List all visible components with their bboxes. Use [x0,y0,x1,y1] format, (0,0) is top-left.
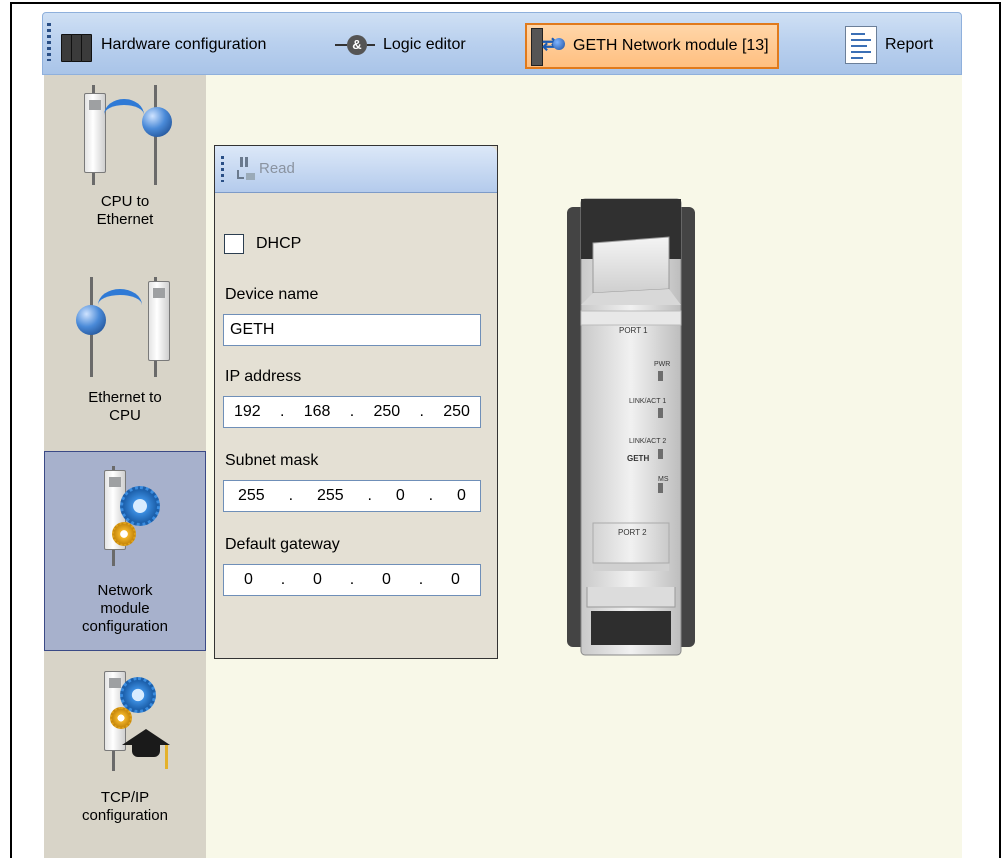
dhcp-label: DHCP [256,235,302,252]
ip-octet[interactable]: 192 [234,397,261,427]
port1-label: PORT 1 [619,326,648,335]
ip-separator: . [428,487,434,504]
tab-geth-network-module[interactable]: ⇄ GETH Network module [13] [525,23,779,69]
tab-label: Report [885,35,934,53]
ip-octet[interactable]: 250 [374,397,401,427]
network-config-gear-icon [70,464,180,582]
ip-separator: . [280,403,285,420]
dhcp-checkbox[interactable] [224,234,244,254]
read-icon [237,157,255,180]
toolbar-grip[interactable] [47,23,51,61]
device-name-label: Device name [225,286,319,303]
ip-separator: . [288,487,294,504]
network-settings-panel: Read DHCP Device name GETH IP address 19… [214,145,498,659]
gateway-octet[interactable]: 0 [313,565,322,595]
subnet-octet[interactable]: 0 [457,481,466,511]
subnet-octet[interactable]: 255 [238,481,265,511]
pwr-label: PWR [654,361,670,368]
ip-separator: . [280,571,286,588]
default-gateway-label: Default gateway [225,536,340,553]
read-button[interactable]: Read [259,160,295,177]
report-icon [845,25,877,64]
ip-address-field[interactable]: 192 . 168 . 250 . 250 [223,396,481,428]
tab-label: Logic editor [383,35,466,53]
sidebar-item-tcpip-configuration[interactable]: TCP/IP configuration [44,665,206,855]
sidebar-item-network-module-configuration[interactable]: Network module configuration [44,451,206,651]
left-sidebar: CPU to Ethernet Ethernet to CPU Network … [44,75,206,858]
ip-separator: . [367,487,372,504]
sidebar-item-label: CPU to [100,193,150,210]
sidebar-item-cpu-to-ethernet[interactable]: CPU to Ethernet [44,81,206,241]
ip-separator: . [349,571,355,588]
hardware-icon [59,28,93,62]
ethernet-to-cpu-icon [70,269,180,389]
sidebar-item-label: Ethernet to [88,389,162,406]
ip-octet[interactable]: 250 [443,397,470,427]
sidebar-item-label: module [100,600,150,617]
sidebar-item-label: Network [97,582,153,599]
ip-separator: . [418,571,424,588]
top-toolbar: Hardware configuration & Logic editor ⇄ … [42,12,962,75]
gateway-octet[interactable]: 0 [244,565,253,595]
sidebar-item-label: configuration [82,807,168,824]
device-name-field[interactable]: GETH [223,314,481,346]
sidebar-item-label: Ethernet [96,211,154,228]
ip-separator: . [419,403,424,420]
ip-separator: . [349,403,355,420]
tab-hardware-configuration[interactable]: Hardware configuration [59,13,266,76]
logic-editor-icon: & [335,32,375,58]
ip-address-label: IP address [225,368,302,385]
gateway-octet[interactable]: 0 [382,565,391,595]
tab-report[interactable]: Report [845,13,933,76]
sidebar-item-label: TCP/IP [100,789,150,806]
port2-label: PORT 2 [618,528,647,537]
cpu-to-ethernet-icon [70,81,180,193]
geth-label: GETH [627,454,649,463]
sidebar-item-label: CPU [109,407,141,424]
sidebar-item-label: configuration [82,618,168,635]
ms-label: MS [658,476,669,483]
default-gateway-field[interactable]: 0 . 0 . 0 . 0 [223,564,481,596]
geth-module-device-image: PORT 1 PWR LINK/ACT 1 LINK/ACT 2 GETH MS… [567,198,695,656]
tab-label: Hardware configuration [101,35,267,53]
subnet-octet[interactable]: 0 [396,481,405,511]
link2-label: LINK/ACT 2 [629,438,666,445]
ip-octet[interactable]: 168 [304,397,331,427]
tab-label: GETH Network module [13] [573,37,769,54]
link1-label: LINK/ACT 1 [629,398,666,405]
subnet-mask-field[interactable]: 255 . 255 . 0 . 0 [223,480,481,512]
gateway-octet[interactable]: 0 [451,565,460,595]
subnet-mask-label: Subnet mask [225,452,319,469]
network-module-icon: ⇄ [529,26,565,66]
subnet-octet[interactable]: 255 [317,481,344,511]
panel-toolbar: Read [215,146,497,193]
tab-logic-editor[interactable]: & Logic editor [335,13,466,76]
tcpip-configuration-icon [70,665,180,789]
panel-toolbar-grip[interactable] [221,156,224,182]
sidebar-item-ethernet-to-cpu[interactable]: Ethernet to CPU [44,269,206,439]
